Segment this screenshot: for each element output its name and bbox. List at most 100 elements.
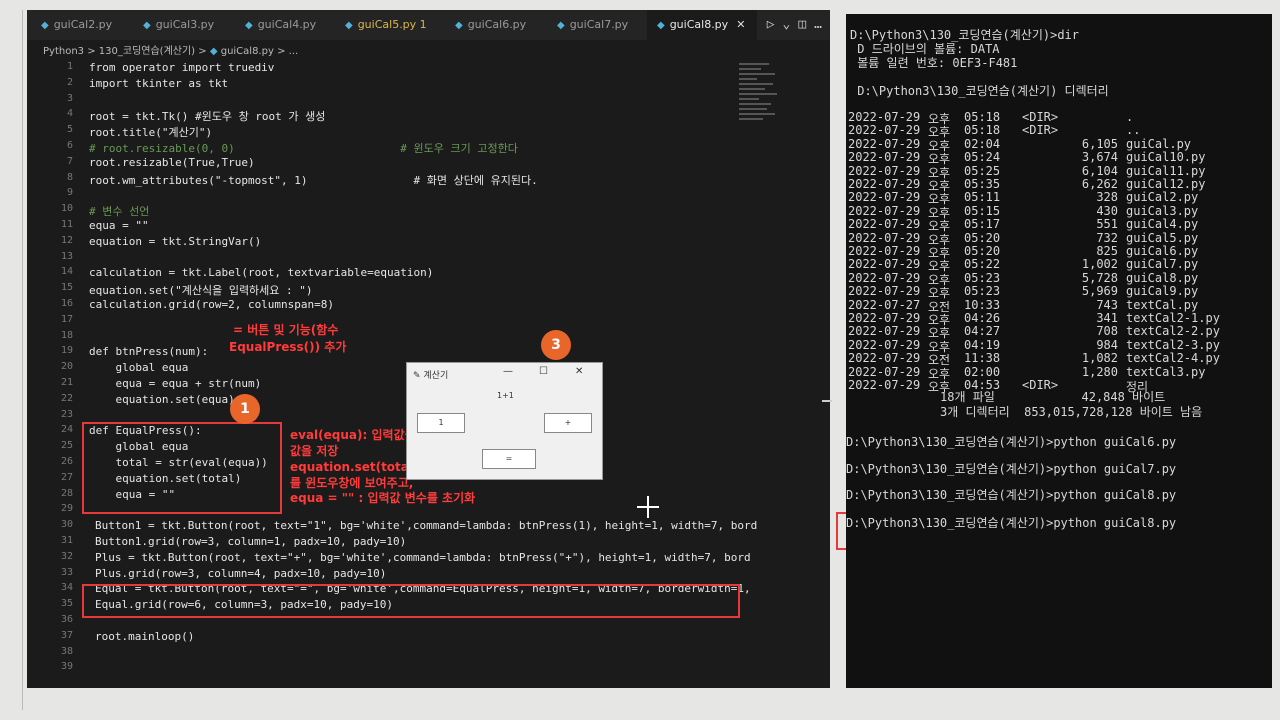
minimap[interactable] [739, 60, 779, 150]
dir-entry-name: 정리 [1126, 380, 1149, 394]
plus-button[interactable]: + [544, 413, 592, 433]
line-number: 32 [60, 550, 73, 562]
chevron-down-icon[interactable]: ⌄ [783, 17, 791, 32]
dir-entry-name: textCal.py [1126, 297, 1199, 312]
dir-entry-name: textCal3.py [1126, 364, 1206, 379]
code-line: Button1 = tkt.Button(root, text="1", bg=… [95, 519, 758, 533]
dir-entry-name: guiCal2.py [1126, 190, 1199, 205]
code-line: def btnPress(num): [89, 345, 209, 359]
dir-entry-ampm: 오후 [928, 380, 951, 394]
code-line: root.resizable(True,True) [89, 155, 255, 169]
dir-entry-size: <DIR> [1022, 378, 1059, 392]
code-line: # root.resizable(0, 0) # 윈도우 크기 고정한다 [89, 142, 518, 155]
dir-entry-name: guiCal5.py [1126, 230, 1199, 245]
terminal-line: D:\Python3\130_코딩연습(계산기) 디렉터리 [850, 84, 1109, 98]
dir-entry-date: 2022-07-29 [848, 190, 921, 205]
dir-entry-size: 3,674 [1081, 150, 1118, 165]
line-number: 4 [66, 108, 73, 120]
tab-guical5[interactable]: ◆ guiCal5.py 1 [345, 10, 450, 40]
dir-entry-time: 04:19 [964, 337, 1001, 352]
dir-entry-name: textCal2-4.py [1126, 351, 1220, 366]
code-line: root.mainloop() [95, 629, 195, 643]
step-badge-1: 1 [230, 394, 260, 424]
line-number: 13 [60, 250, 73, 262]
dir-entry-size: 551 [1096, 217, 1118, 232]
line-number: 33 [60, 566, 73, 578]
dir-entry-time: 05:15 [964, 203, 1001, 218]
line-number: 6 [66, 140, 73, 151]
dir-entry-size: <DIR> [1022, 110, 1059, 124]
dir-entry-name: guiCal12.py [1126, 177, 1206, 191]
annotation-equal-button-2: EqualPress()) 추가 [229, 340, 347, 354]
dir-entry-date: 2022-07-29 [848, 270, 921, 285]
dir-entry-size: 5,969 [1081, 284, 1118, 299]
breadcrumb-folder[interactable]: Python3 [43, 46, 84, 57]
dir-entry-date: 2022-07-29 [848, 163, 921, 178]
line-number: 15 [60, 282, 73, 294]
line-number: 2 [66, 76, 73, 88]
pane-divider[interactable] [822, 400, 832, 402]
dir-entry-size: 430 [1096, 203, 1118, 218]
split-editor-icon[interactable]: ◫ [798, 17, 806, 32]
dir-entry-date: 2022-07-29 [848, 284, 921, 299]
terminal-line: 볼륨 일련 번호: 0EF3-F481 [850, 56, 1018, 70]
code-line: equation.set(equa) [89, 392, 235, 406]
tab-guical3[interactable]: ◆ guiCal3.py [143, 10, 243, 40]
dir-entry-size: 825 [1096, 244, 1118, 258]
line-number: 30 [60, 519, 73, 531]
vertical-ruler [8, 10, 23, 710]
line-number: 26 [60, 456, 73, 467]
dir-entry-date: 2022-07-29 [848, 177, 921, 191]
code-line: # 변수 선언 [89, 205, 150, 219]
maximize-button[interactable]: ☐ [539, 366, 548, 377]
step-badge-3: 3 [541, 330, 571, 360]
line-number: 12 [60, 234, 73, 246]
line-number: 24 [60, 424, 73, 436]
dir-entry-size: 984 [1096, 337, 1118, 352]
dir-entry-time: 05:20 [964, 244, 1001, 258]
tab-guical8[interactable]: ◆ guiCal8.py ✕ [647, 10, 757, 40]
dir-entry-time: 11:38 [964, 351, 1001, 366]
code-line: from operator import truediv [89, 61, 275, 74]
dir-entry-name: guiCal3.py [1126, 203, 1199, 218]
tab-guical6[interactable]: ◆ guiCal6.py [455, 10, 555, 40]
terminal-command: D:\Python3\130_코딩연습(계산기)>python guiCal7.… [846, 462, 1177, 476]
breadcrumb-symbol[interactable]: ... [289, 46, 299, 57]
tab-guical2[interactable]: ◆ guiCal2.py [41, 10, 141, 40]
code-line: root.title("계산기") [89, 126, 213, 140]
line-number: 19 [60, 345, 73, 357]
dir-entry-name: guiCal8.py [1126, 270, 1199, 285]
breadcrumb-file[interactable]: guiCal8.py [221, 46, 274, 57]
breadcrumb-subfolder[interactable]: 130_코딩연습(계산기) [99, 46, 195, 57]
dir-entry-size: 743 [1096, 297, 1118, 312]
close-button[interactable]: ✕ [575, 366, 583, 377]
terminal-command: D:\Python3\130_코딩연습(계산기)>python guiCal6.… [846, 435, 1177, 449]
run-icon[interactable]: ▷ [767, 17, 775, 32]
line-number: 34 [60, 582, 73, 594]
terminal-window[interactable]: D:\Python3\130_코딩연습(계산기)>dir D 드라이브의 볼륨:… [846, 14, 1272, 688]
equal-button[interactable]: = [482, 449, 536, 469]
dir-entry-date: 2022-07-29 [848, 244, 921, 258]
dir-entry-name: textCal2-3.py [1126, 337, 1220, 352]
minimize-button[interactable]: — [503, 366, 513, 377]
dir-entry-time: 05:25 [964, 163, 1001, 178]
dir-entry-time: 05:23 [964, 270, 1001, 285]
dir-entry-time: 04:26 [964, 311, 1001, 325]
dir-entry-time: 05:22 [964, 257, 1001, 272]
close-tab-icon[interactable]: ✕ [736, 18, 745, 31]
dir-entry-date: 2022-07-29 [848, 217, 921, 232]
python-file-icon: ◆ [345, 20, 353, 31]
line-number: 28 [60, 487, 73, 499]
dir-entry-size: 708 [1096, 324, 1118, 339]
line-number: 38 [60, 645, 73, 657]
more-icon[interactable]: … [814, 17, 822, 32]
dir-entry-date: 2022-07-29 [848, 364, 921, 379]
dir-entry-time: 05:24 [964, 150, 1001, 165]
button-1[interactable]: 1 [417, 413, 465, 433]
tab-guical7[interactable]: ◆ guiCal7.py [557, 10, 657, 40]
code-line: root = tkt.Tk() #윈도우 창 root 가 생성 [89, 110, 326, 124]
tab-guical4[interactable]: ◆ guiCal4.py [245, 10, 345, 40]
python-file-icon: ◆ [455, 20, 463, 31]
dir-entry-name: guiCal10.py [1126, 150, 1206, 165]
dir-entry-size: <DIR> [1022, 123, 1059, 138]
